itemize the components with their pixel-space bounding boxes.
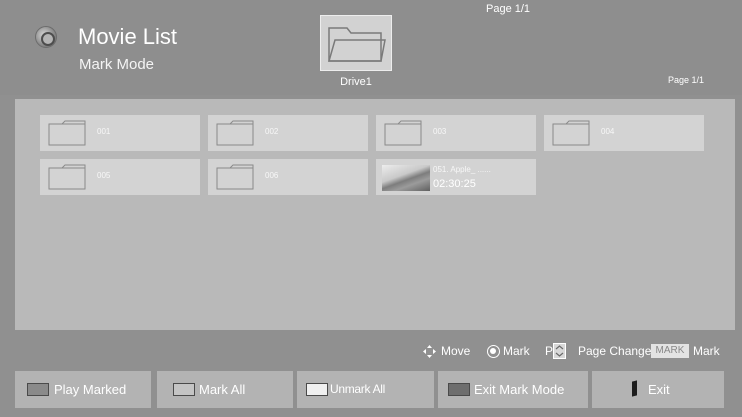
folder-name: 002 [265,127,279,136]
folder-name: 005 [97,171,111,180]
folder-name: 003 [433,127,447,136]
unmark-all-label: Unmark All [330,382,386,396]
folder-icon [216,164,254,190]
folder-icon [48,120,86,146]
folder-icon [328,27,386,62]
mark-key-badge: MARK [651,344,689,358]
p-key-letter: P [545,344,554,358]
page-change-hint: Page Change [578,344,652,358]
play-marked-button[interactable]: Play Marked [15,371,151,408]
exit-mark-mode-button[interactable]: Exit Mark Mode [438,371,588,408]
green-key-swatch [173,383,195,396]
folder-icon [384,120,422,146]
folder-name: 006 [265,171,279,180]
video-item[interactable]: 051. Apple_ ...... 02:30:25 [376,159,536,195]
move-hint: Move [441,344,471,358]
play-marked-label: Play Marked [54,382,127,397]
drive-label: Drive1 [340,76,372,88]
folder-item[interactable]: 004 [544,115,704,151]
exit-button[interactable]: Exit [592,371,724,408]
folder-icon [552,120,590,146]
exit-icon [632,380,637,397]
page-title: Movie List [78,24,178,49]
video-thumbnail [382,165,430,191]
drive-button[interactable] [320,15,392,71]
mark-all-label: Mark All [199,382,246,397]
exit-label: Exit [648,382,670,397]
mode-label: Mark Mode [79,56,155,73]
yellow-key-swatch [306,383,328,396]
movie-reel-icon [35,26,57,48]
key-hint-bar: Move Mark P Page Change MARK Mark [0,336,742,366]
unmark-all-button[interactable]: Unmark All [297,371,434,408]
file-grid: 001 002 003 004 005 006 051. Apple_ ....… [15,99,735,330]
folder-name: 004 [601,127,615,136]
mark-hint: Mark [503,344,530,358]
folder-item[interactable]: 005 [40,159,200,195]
folder-item[interactable]: 003 [376,115,536,151]
red-key-swatch [27,383,49,396]
video-name: 051. Apple_ ...... [433,165,491,174]
mark-all-button[interactable]: Mark All [157,371,293,408]
exit-mark-mode-label: Exit Mark Mode [474,382,565,397]
mark-key-hint: Mark [693,344,720,358]
folder-name: 001 [97,127,111,136]
header: Movie List Mark Mode Drive1 Page 1/1 Pag… [0,0,742,95]
ok-button-icon [487,345,500,358]
video-duration: 02:30:25 [433,178,476,190]
folder-icon [216,120,254,146]
blue-key-swatch [448,383,470,396]
page-indicator: Page 1/1 [668,75,705,85]
move-arrows-icon [423,345,436,358]
folder-item[interactable]: 006 [208,159,368,195]
folder-icon [48,164,86,190]
page-indicator-top: Page 1/1 [486,3,531,15]
page-up-down-icon [553,343,566,359]
folder-item[interactable]: 002 [208,115,368,151]
folder-item[interactable]: 001 [40,115,200,151]
